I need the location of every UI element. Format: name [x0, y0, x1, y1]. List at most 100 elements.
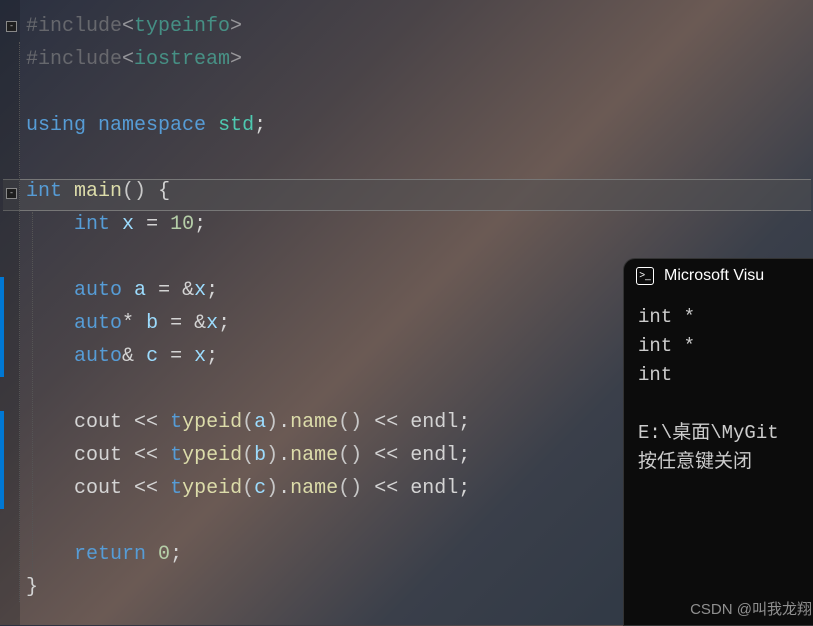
token-punc: = [170, 312, 182, 335]
token-ident: endl [410, 444, 458, 467]
token-punc: = [158, 279, 170, 302]
token-paren: () [338, 444, 362, 467]
change-marker [0, 277, 4, 377]
token-func: name [290, 411, 338, 434]
token-ident [146, 279, 158, 302]
code-line[interactable] [26, 505, 470, 538]
token-paren: ) [266, 444, 278, 467]
token-ident [362, 444, 374, 467]
token-ident: endl [410, 411, 458, 434]
token-func: name [290, 477, 338, 500]
code-line[interactable] [26, 142, 470, 175]
token-var: x [194, 279, 206, 302]
token-ident [398, 411, 410, 434]
token-ident [182, 312, 194, 335]
token-punc: << [374, 477, 398, 500]
token-paren: ( [242, 477, 254, 500]
code-line[interactable]: auto a = &x; [26, 274, 470, 307]
token-punc: << [374, 444, 398, 467]
token-amp: & [122, 345, 134, 368]
code-area[interactable]: #include<typeinfo>#include<iostream> usin… [26, 10, 470, 604]
token-ident [146, 543, 158, 566]
code-line[interactable]: int main() { [26, 175, 470, 208]
token-punc: > [230, 15, 242, 38]
code-line[interactable]: auto* b = &x; [26, 307, 470, 340]
token-paren: ( [242, 444, 254, 467]
token-punc: . [278, 444, 290, 467]
watermark: CSDN @叫我龙翔 [690, 598, 812, 619]
token-punc: . [278, 477, 290, 500]
fold-toggle-icon[interactable]: - [6, 21, 17, 32]
token-func: main [74, 180, 122, 203]
token-punc: . [278, 411, 290, 434]
token-ident: cout [74, 411, 134, 434]
terminal-titlebar[interactable]: >_ Microsoft Visu [624, 259, 813, 293]
token-punc: ; [194, 213, 206, 236]
token-ident [86, 114, 98, 137]
token-punc: ; [254, 114, 266, 137]
token-var: b [254, 444, 266, 467]
token-num: 10 [170, 213, 194, 236]
token-keyword: return [74, 543, 146, 566]
token-ident [398, 477, 410, 500]
token-punc: < [122, 15, 134, 38]
token-punc: = [146, 213, 158, 236]
code-line[interactable]: using namespace std; [26, 109, 470, 142]
terminal-window[interactable]: >_ Microsoft Visu int * int * int E:\桌面\… [623, 258, 813, 626]
terminal-output[interactable]: int * int * int E:\桌面\MyGit 按任意键关闭 [624, 293, 813, 477]
code-line[interactable]: cout << typeid(b).name() << endl; [26, 439, 470, 472]
token-keyword: auto [74, 312, 122, 335]
token-func: name [290, 444, 338, 467]
token-paren: () [338, 477, 362, 500]
code-line[interactable]: return 0; [26, 538, 470, 571]
token-var: a [254, 411, 266, 434]
token-ident [134, 345, 146, 368]
token-punc: = [170, 345, 182, 368]
code-line[interactable]: } [26, 571, 470, 604]
token-punc: ; [458, 477, 470, 500]
code-line[interactable] [26, 76, 470, 109]
token-ident [362, 411, 374, 434]
token-ident [134, 213, 146, 236]
token-punc: < [122, 48, 134, 71]
code-line[interactable]: int x = 10; [26, 208, 470, 241]
token-keyword: t [170, 477, 182, 500]
terminal-icon: >_ [636, 267, 654, 285]
token-keyword: int [26, 180, 62, 203]
token-punc: ; [206, 279, 218, 302]
token-keyword: auto [74, 279, 122, 302]
token-punc: ; [218, 312, 230, 335]
code-line[interactable]: cout << typeid(a).name() << endl; [26, 406, 470, 439]
code-line[interactable] [26, 241, 470, 274]
token-ident [206, 114, 218, 137]
token-ident [158, 312, 170, 335]
change-marker [0, 411, 4, 509]
code-line[interactable]: #include<typeinfo> [26, 10, 470, 43]
token-ident [158, 477, 170, 500]
token-keyword: using [26, 114, 86, 137]
token-ident [398, 444, 410, 467]
token-amp: & [182, 279, 194, 302]
fold-toggle-icon[interactable]: - [6, 188, 17, 199]
token-ident [146, 180, 158, 203]
code-line[interactable]: #include<iostream> [26, 43, 470, 76]
token-ident: cout [74, 477, 134, 500]
token-ident [110, 213, 122, 236]
token-punc: } [26, 576, 38, 599]
code-line[interactable]: cout << typeid(c).name() << endl; [26, 472, 470, 505]
token-ident [182, 345, 194, 368]
token-preproc: #include [26, 15, 122, 38]
token-header: std [218, 114, 254, 137]
token-ident [62, 180, 74, 203]
code-line[interactable] [26, 373, 470, 406]
token-ident [122, 279, 134, 302]
token-punc: << [134, 411, 158, 434]
token-ident [158, 411, 170, 434]
code-line[interactable]: auto& c = x; [26, 340, 470, 373]
token-punc: ; [170, 543, 182, 566]
token-punc: * [122, 312, 134, 335]
terminal-title-text: Microsoft Visu [664, 267, 764, 285]
token-keyword: int [74, 213, 110, 236]
token-ident [158, 213, 170, 236]
token-amp: & [194, 312, 206, 335]
